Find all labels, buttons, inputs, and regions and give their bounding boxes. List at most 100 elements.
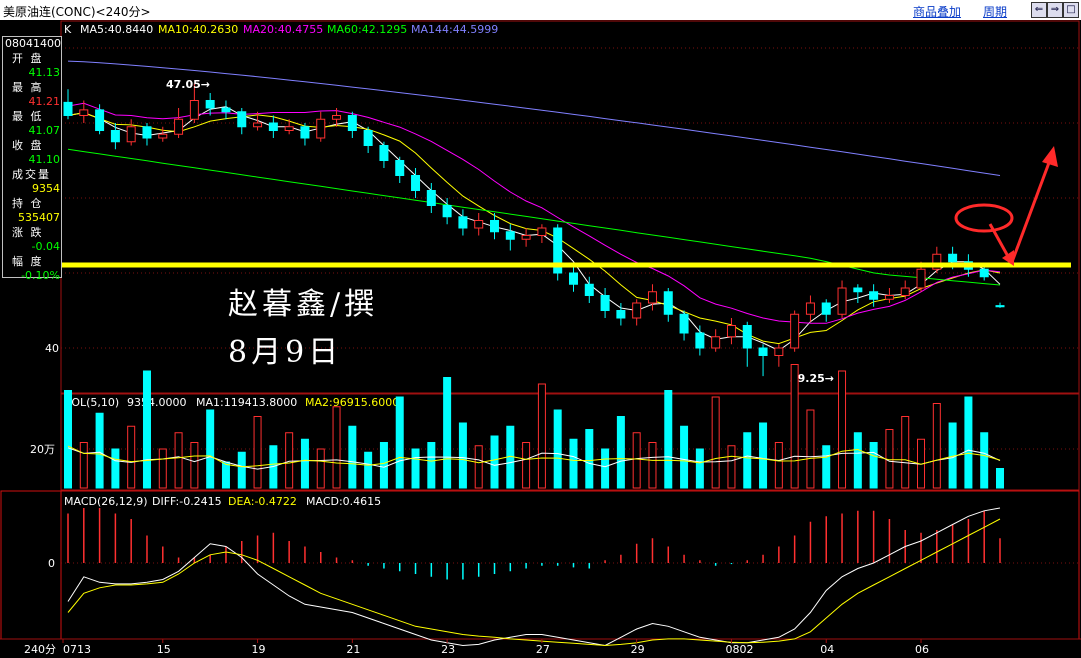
candle-body [490, 220, 500, 233]
volume-bar [537, 383, 546, 489]
volume-bar [853, 432, 862, 489]
x-tick-label: 0713 [63, 643, 91, 656]
candle-body [300, 126, 310, 139]
volume-bar [822, 445, 831, 489]
x-tick-label: 06 [915, 643, 929, 656]
x-tick-label: 23 [441, 643, 455, 656]
volume-bar [774, 442, 783, 489]
candle-body [679, 313, 689, 334]
red-arrow-up [1010, 159, 1052, 263]
vol-legend-ma1: MA1:119413.8000 [196, 396, 297, 409]
candle-body [979, 268, 989, 278]
volume-bar [64, 390, 72, 489]
volume-bar [348, 425, 357, 489]
info-label: 开 盘 [12, 52, 44, 65]
volume-bar [379, 442, 388, 489]
volume-bar [932, 403, 941, 489]
candle-body [411, 175, 421, 191]
volume-bar [427, 442, 436, 489]
volume-bar [838, 370, 847, 489]
ma5-line [67, 106, 1001, 352]
candle-body [442, 205, 452, 218]
info-label: 成交量 [12, 168, 51, 181]
candle-body [126, 126, 136, 143]
chart-canvas: K MA5:40.8440 MA10:40.2630 MA20:40.4755 … [0, 20, 1081, 656]
candle-body [616, 310, 626, 319]
x-tick-label: 29 [631, 643, 645, 656]
info-label: 持 仓 [12, 197, 44, 210]
volume-bar [522, 442, 531, 489]
volume-bar [190, 442, 199, 489]
candle-body [521, 235, 531, 240]
candle-body [663, 291, 673, 315]
volume-bar [553, 409, 562, 489]
volume-bar [490, 435, 499, 489]
info-value: 41.13 [28, 66, 61, 79]
macd-panel-border [0, 490, 1080, 640]
info-value: -0.10% [21, 269, 60, 282]
volume-bar [443, 377, 452, 489]
vol-legend-title: VOL(5,10) [64, 396, 119, 409]
volume-bar [332, 406, 341, 489]
volume-bar [95, 412, 104, 489]
info-label: 最 高 [12, 81, 44, 94]
ma10-line [67, 112, 1001, 345]
candle-body [742, 325, 752, 349]
candle-body [158, 133, 168, 139]
legend-ma5: MA5:40.8440 [80, 23, 153, 36]
candle-body [790, 313, 800, 349]
x-tick-label: 19 [252, 643, 266, 656]
volume-bar [237, 451, 246, 489]
volume-bar [964, 396, 973, 489]
macd-y-tick: 0 [48, 557, 55, 570]
volume-bar [300, 438, 309, 489]
candle-body [711, 336, 721, 349]
info-label: 收 盘 [12, 139, 44, 152]
volume-bar [996, 468, 1004, 489]
legend-ma144: MA144:44.5999 [411, 23, 498, 36]
candle-body [726, 325, 736, 338]
candle-body [458, 216, 468, 229]
info-value: 41.10 [28, 153, 61, 166]
volume-bar [142, 370, 151, 489]
volume-bar [632, 432, 641, 489]
volume-bar [648, 442, 657, 489]
x-tick-label: 04 [820, 643, 834, 656]
volume-bar [601, 448, 610, 489]
legend-ma10: MA10:40.2630 [158, 23, 238, 36]
candle-body [647, 291, 657, 304]
volume-bar [806, 409, 815, 489]
x-tick-label: 15 [157, 643, 171, 656]
red-circle-annotation [954, 203, 1014, 233]
volume-bar [127, 425, 136, 489]
legend-ma60: MA60:42.1295 [327, 23, 407, 36]
volume-bar [680, 425, 689, 489]
volume-bars [64, 364, 1004, 489]
volume-bar [474, 445, 483, 489]
volume-bar [616, 416, 625, 489]
candle-body [189, 100, 199, 120]
info-value: 41.07 [28, 124, 61, 137]
volume-bar [569, 438, 578, 489]
candle-body [805, 302, 815, 315]
candle-body [884, 295, 894, 300]
candle-body [568, 272, 578, 285]
volume-bar [695, 448, 704, 489]
candle-body [253, 122, 263, 128]
info-label: 涨 跌 [12, 226, 44, 239]
macd-legend-dea: DEA:-0.4722 [228, 495, 297, 508]
candle-body [205, 100, 215, 109]
candle-body [853, 287, 863, 293]
candle-body [537, 227, 547, 236]
volume-bar [901, 416, 910, 489]
x-tick-label: 27 [536, 643, 550, 656]
volume-bar [869, 442, 878, 489]
volume-bar [285, 432, 294, 489]
candle-body [869, 291, 879, 300]
candle-body [79, 109, 89, 116]
macd-lines [67, 507, 1001, 647]
candle-body [695, 332, 705, 349]
volume-bar [458, 422, 467, 489]
volume-bar [111, 448, 120, 489]
volume-bar [711, 396, 720, 489]
